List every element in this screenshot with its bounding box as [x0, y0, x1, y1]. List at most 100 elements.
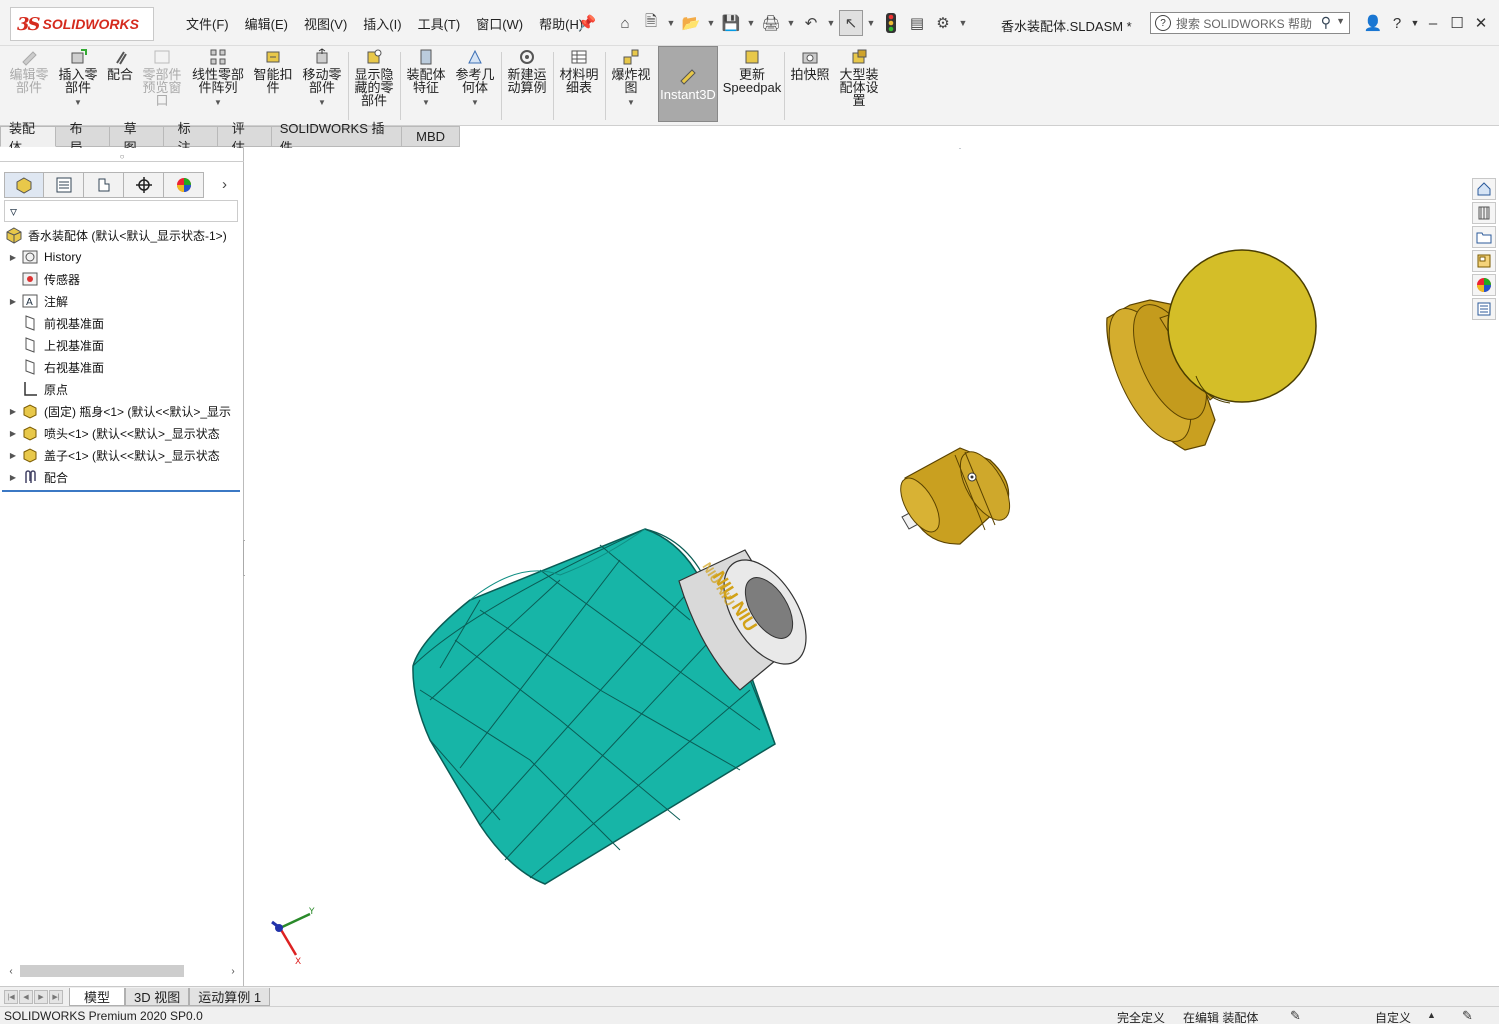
instant3d-button[interactable]: Instant3D	[658, 46, 718, 122]
model-scene[interactable]: ▼ ▼ ▼ ▼	[245, 148, 1499, 986]
tab-layout[interactable]: 布局	[55, 121, 110, 155]
search-icon[interactable]: ⚲	[1321, 14, 1331, 31]
search-dropdown-icon[interactable]: ▼	[1336, 16, 1345, 26]
smart-fasteners-button[interactable]: 智能扣 件	[252, 48, 294, 122]
first-tab-icon[interactable]: |◀	[4, 989, 18, 1004]
tree-item-right-plane[interactable]: 右视基准面	[0, 356, 244, 378]
tab-model[interactable]: 模型	[69, 987, 126, 1006]
expand-arrow-icon[interactable]: ▶	[6, 297, 20, 306]
tab-solidworks-addins[interactable]: SOLIDWORKS 插件	[271, 121, 403, 155]
scroll-right-icon[interactable]: ›	[226, 966, 240, 977]
next-tab-icon[interactable]: ▶	[34, 989, 48, 1004]
maximize-icon[interactable]: ☐	[1445, 10, 1469, 36]
file-properties-icon[interactable]: ▤	[905, 10, 929, 36]
edit-component-button[interactable]: 编辑零 部件	[8, 48, 50, 122]
menu-window[interactable]: 窗口(W)	[468, 14, 531, 33]
large-assembly-settings-button[interactable]: 大型装 配体设 置	[836, 48, 882, 122]
display-manager-color-wheel-icon[interactable]	[164, 172, 204, 198]
rebuild-status-icon[interactable]: ✎	[1290, 1008, 1301, 1024]
panel-tabs-scroll-right-icon[interactable]: ›	[222, 176, 227, 193]
tab-motion-study-1[interactable]: 运动算例 1	[189, 987, 271, 1006]
menu-insert[interactable]: 插入(I)	[355, 14, 409, 33]
expand-arrow-icon[interactable]: ▶	[6, 253, 20, 262]
select-dropdown-icon[interactable]: ▼	[865, 10, 877, 36]
show-hidden-components-button[interactable]: 显示隐 藏的零 部件	[352, 48, 396, 122]
insert-component-dropdown-icon[interactable]: ▼	[74, 96, 82, 109]
units-dropdown-icon[interactable]: ▲	[1427, 1010, 1436, 1020]
menu-edit[interactable]: 编辑(E)	[237, 14, 296, 33]
tree-item-top-plane[interactable]: 上视基准面	[0, 334, 244, 356]
exploded-view-dropdown-icon[interactable]: ▼	[627, 96, 635, 109]
tree-item-bottle-body[interactable]: ▶ (固定) 瓶身<1> (默认<<默认>_显示	[0, 400, 244, 422]
configuration-manager-tab-icon[interactable]	[84, 172, 124, 198]
tree-filter[interactable]: ▿	[4, 200, 238, 222]
close-icon[interactable]: ✕	[1469, 10, 1493, 36]
reference-geometry-dropdown-icon[interactable]: ▼	[471, 96, 479, 109]
expand-arrow-icon[interactable]: ▶	[6, 429, 20, 438]
mate-button[interactable]: 配合	[104, 48, 136, 122]
help-search-input[interactable]: ? 搜索 SOLIDWORKS 帮助 ⚲ ▼	[1150, 12, 1350, 34]
rollback-bar[interactable]	[2, 490, 240, 492]
tree-item-origin[interactable]: 原点	[0, 378, 244, 400]
tab-sketch[interactable]: 草图	[109, 121, 164, 155]
expand-arrow-icon[interactable]: ▶	[6, 473, 20, 482]
last-tab-icon[interactable]: ▶|	[49, 989, 63, 1004]
minimize-icon[interactable]: –	[1421, 10, 1445, 36]
menu-tools[interactable]: 工具(T)	[410, 14, 469, 33]
units-selector[interactable]: 自定义	[1375, 1009, 1411, 1024]
tree-item-nozzle[interactable]: ▶ 喷头<1> (默认<<默认>_显示状态	[0, 422, 244, 444]
tree-item-mates[interactable]: ▶ 配合	[0, 466, 244, 488]
tree-item-annotations[interactable]: ▶ A 注解	[0, 290, 244, 312]
custom-properties-icon[interactable]	[1472, 298, 1496, 320]
panel-horizontal-scrollbar[interactable]: ‹ ›	[4, 964, 240, 978]
graphics-area[interactable]: ▼ ▼ ▼ ▼	[245, 148, 1499, 986]
assembly-features-button[interactable]: 装配体 特征 ▼	[404, 48, 448, 122]
spray-nozzle-part[interactable]	[893, 444, 1020, 545]
new-motion-study-button[interactable]: 新建运 动算例	[505, 48, 549, 122]
new-document-icon[interactable]: 🗎	[639, 10, 663, 36]
tree-root-assembly[interactable]: 香水装配体 (默认<默认_显示状态-1>)	[0, 224, 244, 246]
tree-item-history[interactable]: ▶ History	[0, 246, 244, 268]
reference-geometry-button[interactable]: 参考几 何体 ▼	[453, 48, 497, 122]
rebuild-traffic-light-icon[interactable]	[879, 10, 903, 36]
bill-of-materials-button[interactable]: 材料明 细表	[557, 48, 601, 122]
expand-arrow-icon[interactable]: ▶	[6, 407, 20, 416]
tree-item-front-plane[interactable]: 前视基准面	[0, 312, 244, 334]
move-component-button[interactable]: 移动零 部件 ▼	[300, 48, 344, 122]
save-icon[interactable]: 💾	[719, 10, 743, 36]
home-icon[interactable]: ⌂	[613, 10, 637, 36]
open-icon[interactable]: 📂	[679, 10, 703, 36]
view-palette-icon[interactable]	[1472, 250, 1496, 272]
feature-manager-tab-icon[interactable]	[4, 172, 44, 198]
design-library-icon[interactable]	[1472, 202, 1496, 224]
expand-arrow-icon[interactable]: ▶	[6, 451, 20, 460]
help-dropdown-icon[interactable]: ▼	[1409, 10, 1421, 36]
file-explorer-folder-icon[interactable]	[1472, 226, 1496, 248]
scroll-thumb[interactable]	[20, 965, 184, 977]
quick-tips-icon[interactable]: ✎	[1462, 1008, 1473, 1024]
menu-file[interactable]: 文件(F)	[178, 14, 237, 33]
help-icon[interactable]: ?	[1385, 10, 1409, 36]
print-dropdown-icon[interactable]: ▼	[785, 10, 797, 36]
tree-item-sensors[interactable]: 传感器	[0, 268, 244, 290]
undo-dropdown-icon[interactable]: ▼	[825, 10, 837, 36]
property-manager-tab-icon[interactable]	[44, 172, 84, 198]
panel-grip[interactable]: ○	[0, 152, 244, 162]
appearances-color-wheel-icon[interactable]	[1472, 274, 1496, 296]
take-snapshot-button[interactable]: 拍快照	[788, 48, 832, 122]
exploded-view-button[interactable]: 爆炸视 图 ▼	[609, 48, 653, 122]
undo-icon[interactable]: ↶	[799, 10, 823, 36]
insert-component-button[interactable]: 插入零 部件 ▼	[56, 48, 100, 122]
print-icon[interactable]: 🖨	[759, 10, 783, 36]
assembly-features-dropdown-icon[interactable]: ▼	[422, 96, 430, 109]
linear-pattern-dropdown-icon[interactable]: ▼	[214, 96, 222, 109]
new-dropdown-icon[interactable]: ▼	[665, 10, 677, 36]
dimxpert-crosshair-icon[interactable]	[124, 172, 164, 198]
select-pointer-icon[interactable]: ↖	[839, 10, 863, 36]
pin-icon[interactable]: 📌	[575, 10, 599, 36]
tab-evaluate[interactable]: 评估	[217, 121, 272, 155]
linear-pattern-button[interactable]: 线性零部 件阵列 ▼	[190, 48, 246, 122]
move-component-dropdown-icon[interactable]: ▼	[318, 96, 326, 109]
update-speedpak-button[interactable]: 更新 Speedpak	[723, 48, 781, 122]
options-gear-icon[interactable]: ⚙	[931, 10, 955, 36]
